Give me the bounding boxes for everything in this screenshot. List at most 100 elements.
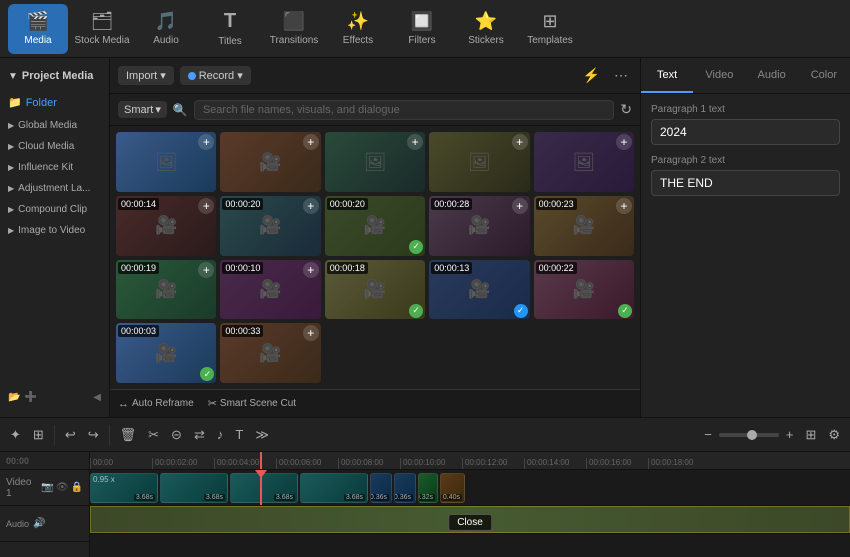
auto-reframe-button[interactable]: ↔ Auto Reframe [114,396,198,412]
record-button[interactable]: Record ▾ [180,66,251,85]
tl-text-btn[interactable]: T [231,425,247,444]
track-clip-1[interactable]: 0.95 x 3.68s [90,473,158,503]
toolbar-stickers[interactable]: ⭐ Stickers [456,4,516,54]
media-card-img3566[interactable]: 🎥 00:00:20 + 📷 IMG_3566 [220,196,320,256]
tl-cut-btn[interactable]: ✂ [144,425,163,445]
search-input[interactable] [194,100,614,120]
toolbar-filters-label: Filters [408,35,435,46]
tab-color[interactable]: Color [798,58,850,93]
toolbar-titles[interactable]: T Titles [200,4,260,54]
smart-filter-button[interactable]: Smart ▾ [118,101,167,118]
toolbar-stock-media[interactable]: 🗂 Stock Media [72,4,132,54]
track-clip-7[interactable]: 0.32s [418,473,438,503]
add-media-btn[interactable]: + [303,262,319,278]
toolbar-templates[interactable]: ⊞ Templates [520,4,580,54]
track-clip-6[interactable]: 0.36s [394,473,416,503]
paragraph2-input[interactable] [651,170,840,196]
add-media-btn[interactable]: + [512,198,528,214]
tl-grid-btn[interactable]: ⊞ [29,425,48,445]
thumb-img3566: 🎥 00:00:20 + [220,196,320,256]
paragraph1-label: Paragraph 1 text [651,104,840,115]
tab-text[interactable]: Text [641,58,693,93]
media-card-img3925[interactable]: 🖼 + 📷 IMG_3925 [325,132,425,192]
tl-zoom-in-btn[interactable]: + [782,425,798,444]
filter-icon-btn[interactable]: ⚡ [579,65,604,86]
track-clip-4[interactable]: 3.68s [300,473,368,503]
tl-copy-btn[interactable]: ⊝ [167,425,186,445]
add-media-btn[interactable]: + [303,134,319,150]
media-card-img3924[interactable]: 🖼 + 📷 IMG_3924 [429,132,529,192]
media-card-img1885[interactable]: 🎥 00:00:03 ✓ 📷 IMG_1885 [116,323,216,383]
tl-redo-btn[interactable]: ↪ [84,425,103,445]
media-card-img2602[interactable]: 🎥 00:00:10 + 📷 IMG_2602 [220,260,320,320]
media-card-img3889[interactable]: 🖼 + 📷 IMG_3889 [534,132,634,192]
media-card-img2731[interactable]: 🎥 00:00:19 + 📷 IMG_2731 [116,260,216,320]
sidebar-compound-clip[interactable]: ▶ Compound Clip [0,199,109,220]
media-card-img2231[interactable]: 🎥 00:00:13 ✓ 📷 IMG_2231 [429,260,529,320]
timeline-ruler: 00:00 00:00:02:00 00:00:04:00 00:00:06:0… [90,452,850,470]
import-dropdown-icon: ▾ [160,69,166,82]
add-media-btn[interactable]: + [303,325,319,341]
toolbar-media[interactable]: 🎬 Media [8,4,68,54]
tl-paste-btn[interactable]: ⇄ [190,425,209,445]
tab-video[interactable]: Video [693,58,745,93]
sidebar-adjustment-layer[interactable]: ▶ Adjustment La... [0,178,109,199]
paragraph1-input[interactable] [651,119,840,145]
tl-undo-btn[interactable]: ↩ [61,425,80,445]
add-media-btn[interactable]: + [303,198,319,214]
import-button[interactable]: Import ▾ [118,66,174,85]
audio-track-label: Audio 🔊 [0,506,89,542]
tl-more-btn[interactable]: ≫ [251,425,273,445]
track-clip-8[interactable]: 0.40s [440,473,465,503]
media-card-img1914[interactable]: 🎥 00:00:22 ✓ 📷 IMG_1914 [534,260,634,320]
toolbar-transitions[interactable]: ⬛ Transitions [264,4,324,54]
tl-audio-btn[interactable]: ♪ [213,425,228,444]
tl-snap-btn[interactable]: ✦ [6,425,25,445]
add-media-btn[interactable]: + [616,198,632,214]
close-button[interactable]: Close [448,514,492,531]
right-panel-body: Paragraph 1 text Paragraph 2 text [641,94,850,206]
tab-audio[interactable]: Audio [746,58,798,93]
media-card-img3193[interactable]: 🎥 00:00:28 + 📷 IMG_3193 [429,196,529,256]
track-eye-icon[interactable]: 👁 [56,482,69,493]
tl-zoom-slider[interactable] [719,433,779,437]
audio-icon: 🎵 [155,11,177,32]
refresh-button[interactable]: ↻ [620,101,632,118]
add-media-btn[interactable]: + [198,262,214,278]
track-clip-2[interactable]: 3.68s [160,473,228,503]
toolbar-audio[interactable]: 🎵 Audio [136,4,196,54]
toolbar-templates-label: Templates [527,35,573,46]
media-card-img3856[interactable]: 🎥 00:00:14 + 📷 IMG_3856 [116,196,216,256]
add-media-btn[interactable]: + [616,134,632,150]
media-card-img1785[interactable]: 🎥 00:00:33 + 📷 IMG_1785 [220,323,320,383]
tl-settings-btn[interactable]: ⚙ [824,425,844,445]
audio-speaker-icon[interactable]: 🔊 [33,518,45,529]
more-options-btn[interactable]: ⋯ [610,65,632,86]
tl-grid-view-btn[interactable]: ⊞ [801,425,820,445]
track-clip-3[interactable]: 3.68s [230,473,298,503]
track-clip-5[interactable]: 0.36s [370,473,392,503]
media-card-img3170[interactable]: 🎥 00:00:23 + 📷 IMG_3170 [534,196,634,256]
record-label: Record [199,70,234,82]
sidebar-folder[interactable]: 📁 Folder [0,90,109,115]
track-camera-icon[interactable]: 📷 [41,482,53,493]
media-card-img4437[interactable]: 🖼 + 📷 🏷 IMG_4437 [116,132,216,192]
sidebar-influence-kit[interactable]: ▶ Influence Kit [0,157,109,178]
track-lock-icon[interactable]: 🔒 [71,482,83,493]
media-card-v14044[interactable]: 🎥 + 📷 v14044g50000c... [220,132,320,192]
speed-badge: 0.95 x [93,475,115,484]
toolbar-effects[interactable]: ✨ Effects [328,4,388,54]
sidebar-image-to-video[interactable]: ▶ Image to Video [0,220,109,241]
collapse-sidebar-icon[interactable]: ◀ [93,392,101,403]
add-media-btn[interactable]: + [512,134,528,150]
smart-scene-cut-button[interactable]: ✂ Smart Scene Cut [204,395,300,412]
add-folder-icon[interactable]: 📂 [8,392,20,403]
media-card-img2570[interactable]: 🎥 00:00:18 ✓ 📷 IMG_2570 [325,260,425,320]
tl-delete-btn[interactable]: 🗑 [116,425,141,445]
sidebar-cloud-media[interactable]: ▶ Cloud Media [0,136,109,157]
toolbar-filters[interactable]: 🔲 Filters [392,4,452,54]
new-folder-icon[interactable]: ➕ [24,392,36,403]
media-card-img3195[interactable]: 🎥 00:00:20 ✓ 📷 IMG_3195 [325,196,425,256]
sidebar-global-media[interactable]: ▶ Global Media [0,115,109,136]
tl-zoom-out-btn[interactable]: − [700,425,716,444]
